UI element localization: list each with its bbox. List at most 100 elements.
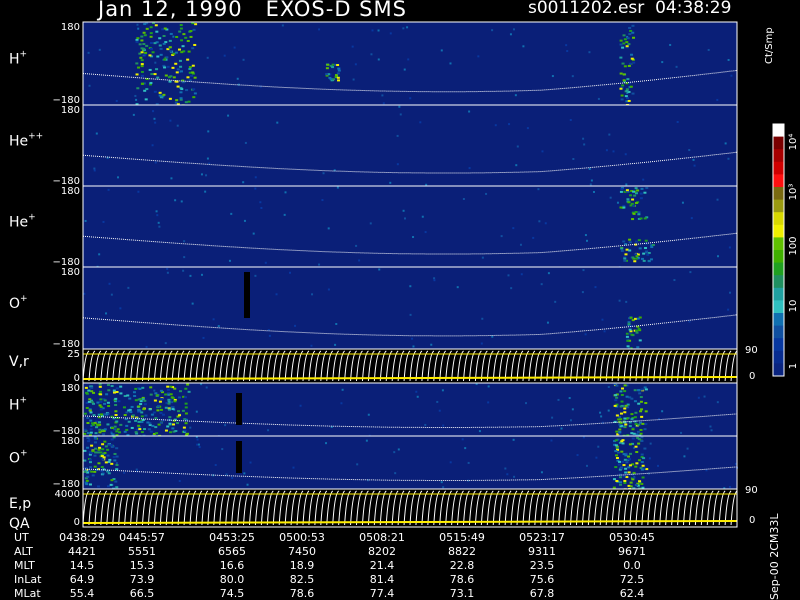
panel-ymax-label: 180 (61, 105, 80, 116)
noise-pixel (310, 344, 313, 347)
flux-pixel (622, 464, 626, 467)
noise-pixel (600, 415, 603, 418)
flux-pixel (114, 410, 118, 413)
flux-pixel (190, 74, 194, 77)
flux-pixel (94, 432, 98, 435)
flux-pixel (169, 393, 173, 396)
flux-pixel (136, 37, 140, 40)
noise-pixel (119, 307, 122, 310)
noise-pixel (594, 286, 597, 289)
flux-pixel (103, 440, 107, 443)
flux-pixel (93, 421, 97, 424)
flux-pixel (186, 39, 190, 42)
flux-pixel (114, 397, 118, 400)
flux-pixel (176, 68, 180, 71)
noise-pixel (137, 190, 140, 193)
noise-pixel (424, 231, 427, 234)
table-cell: 0445:57 (119, 531, 165, 544)
exos-d-sms-plot: { "header": { "title": "Jan 12, 1990 EXO… (0, 0, 800, 600)
flux-pixel (625, 332, 629, 335)
flux-pixel (619, 39, 623, 42)
noise-pixel (200, 273, 203, 276)
table-cell: 72.5 (619, 573, 645, 586)
noise-pixel (649, 442, 652, 445)
colorbar-title: Ct/Smp (764, 27, 775, 64)
noise-pixel (267, 429, 270, 432)
flux-pixel (620, 440, 624, 443)
noise-pixel (135, 98, 138, 101)
flux-pixel (622, 206, 626, 209)
noise-pixel (519, 243, 522, 246)
flux-pixel (109, 483, 113, 486)
flux-pixel (158, 44, 162, 47)
flux-pixel (635, 433, 639, 436)
flux-pixel (133, 394, 137, 397)
flux-pixel (171, 408, 175, 411)
flux-pixel (159, 408, 163, 411)
noise-pixel (117, 176, 120, 179)
flux-pixel (614, 394, 618, 397)
flux-pixel (623, 384, 627, 387)
row-label-ut: UT (14, 531, 29, 544)
flux-pixel (85, 479, 89, 482)
flux-pixel (104, 445, 108, 448)
noise-pixel (477, 55, 480, 58)
flux-pixel (627, 471, 631, 474)
flux-pixel (623, 479, 627, 482)
flux-pixel (630, 57, 634, 60)
noise-pixel (487, 385, 490, 388)
flux-pixel (624, 471, 628, 474)
flux-pixel (92, 414, 96, 417)
noise-pixel (676, 120, 679, 123)
noise-pixel (512, 28, 515, 31)
flux-pixel (150, 47, 154, 50)
flux-pixel (189, 30, 193, 33)
table-cell: 66.5 (129, 587, 155, 600)
flux-pixel (130, 426, 134, 429)
flux-pixel (147, 428, 151, 431)
flux-pixel (649, 258, 653, 261)
table-cell: 62.4 (619, 587, 645, 600)
noise-pixel (717, 255, 720, 258)
flux-pixel (187, 390, 191, 393)
flux-pixel (635, 462, 639, 465)
flux-pixel (140, 74, 144, 77)
noise-pixel (153, 389, 156, 392)
flux-pixel (86, 422, 90, 425)
flux-pixel (328, 76, 332, 79)
flux-pixel (645, 468, 649, 471)
noise-pixel (393, 451, 396, 454)
flux-pixel (634, 253, 638, 256)
flux-pixel (151, 424, 155, 427)
flux-pixel (627, 64, 631, 67)
flux-pixel (178, 414, 182, 417)
flux-pixel (175, 422, 179, 425)
noise-pixel (259, 201, 262, 204)
flux-pixel (87, 440, 91, 443)
flux-pixel (86, 437, 90, 440)
flux-pixel (638, 392, 642, 395)
flux-pixel (148, 408, 152, 411)
table-cell: 21.4 (369, 559, 395, 572)
flux-pixel (156, 409, 160, 412)
colorbar-segment (773, 174, 784, 188)
flux-pixel (117, 400, 121, 403)
flux-pixel (163, 66, 167, 69)
noise-pixel (425, 183, 428, 186)
flux-pixel (88, 483, 92, 486)
flux-pixel (630, 432, 634, 435)
flux-pixel (184, 36, 188, 39)
flux-pixel (184, 406, 188, 409)
flux-pixel (637, 389, 641, 392)
flux-pixel (106, 485, 110, 488)
noise-pixel (514, 94, 517, 97)
colorbar-tick-label: 10⁴ (788, 134, 799, 151)
colorbar-segment (773, 237, 784, 251)
noise-pixel (430, 343, 433, 346)
flux-pixel (632, 61, 636, 64)
noise-pixel (292, 466, 295, 469)
flux-pixel (142, 31, 146, 34)
flux-pixel (143, 403, 147, 406)
flux-pixel (163, 27, 167, 30)
flux-pixel (615, 396, 619, 399)
